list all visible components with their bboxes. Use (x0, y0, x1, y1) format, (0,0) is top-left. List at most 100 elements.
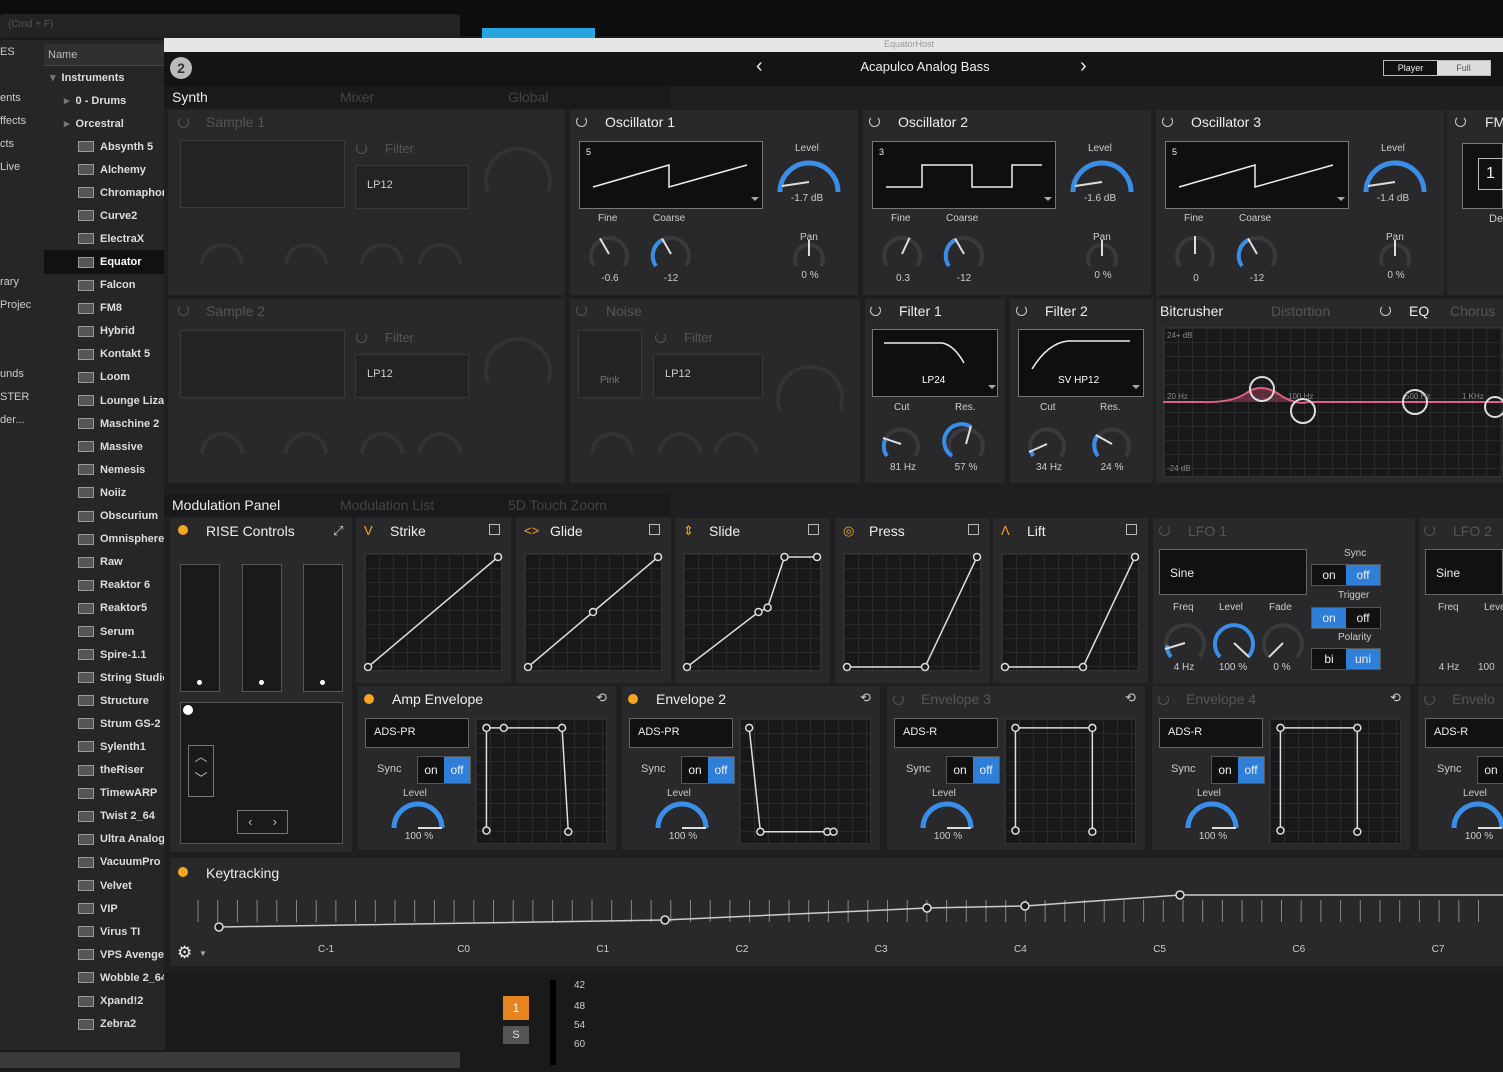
oscillator-level-knob[interactable] (1070, 160, 1134, 193)
sample2-knob-2[interactable] (284, 432, 328, 455)
tab-modulation-panel[interactable]: Modulation Panel (164, 497, 332, 513)
fx-tab-bitcrusher[interactable]: Bitcrusher (1160, 303, 1223, 319)
browser-item[interactable]: VPS Avenger (44, 943, 164, 966)
folder-drums[interactable]: ▸ 0 - Drums (44, 89, 164, 112)
lfo1-power-icon[interactable] (1159, 525, 1170, 536)
view-full[interactable]: Full (1437, 61, 1490, 75)
curve-point[interactable] (1000, 662, 1010, 672)
rise-slider-1[interactable] (180, 564, 220, 692)
envelope-point[interactable] (482, 826, 491, 835)
sample1-knob-4[interactable] (418, 243, 462, 266)
browser-item[interactable]: Raw (44, 551, 164, 574)
left-category-item[interactable]: der... (0, 414, 44, 426)
curve-point[interactable] (588, 607, 598, 617)
envelope-point[interactable] (1011, 723, 1020, 733)
filter2-cut-knob[interactable] (1028, 427, 1066, 458)
browser-item[interactable]: Wobble 2_64 (44, 966, 164, 989)
curve-point[interactable] (653, 552, 663, 562)
oscillator-power-icon[interactable] (576, 116, 587, 127)
envelope-point[interactable] (756, 827, 765, 836)
keytracking-point[interactable] (660, 915, 670, 925)
fm-power-icon[interactable] (1455, 116, 1466, 127)
sample2-big-knob[interactable] (484, 336, 552, 383)
browser-item[interactable]: Lounge Lizard (44, 389, 164, 412)
noise-knob-2[interactable] (658, 432, 702, 455)
browser-column-header[interactable]: Name (44, 44, 164, 66)
envelope-point[interactable] (1353, 827, 1362, 836)
browser-item[interactable]: Falcon (44, 274, 164, 297)
envelope-point[interactable] (557, 723, 567, 733)
noise-knob-3[interactable] (714, 432, 758, 455)
browser-item[interactable]: Twist 2_64 (44, 805, 164, 828)
rise-leftright-control[interactable]: ‹ › (237, 810, 288, 834)
curve-point[interactable] (682, 662, 692, 672)
browser-item[interactable]: Virus TI (44, 920, 164, 943)
browser-item[interactable]: TimewARP (44, 782, 164, 805)
rise-add-icon[interactable]: ⤢ (333, 523, 343, 539)
browser-item[interactable]: Serum (44, 620, 164, 643)
lfo1-freq-knob[interactable] (1164, 623, 1206, 659)
left-category-item[interactable]: ffects (0, 115, 44, 127)
keytracking-graph[interactable] (170, 880, 1503, 940)
filter2-power-icon[interactable] (1016, 305, 1027, 316)
eq-power-icon[interactable] (1380, 305, 1391, 316)
left-category-item[interactable]: ents (0, 92, 44, 104)
browser-item[interactable]: Spire-1.1 (44, 643, 164, 666)
left-category-item[interactable]: Projec (0, 299, 44, 311)
filter2-res-knob[interactable] (1093, 427, 1131, 458)
browser-item[interactable]: Maschine 2 (44, 412, 164, 435)
lfo1-wave-select[interactable]: Sine (1159, 549, 1307, 595)
tab-modulation-list[interactable]: Modulation List (332, 497, 500, 513)
browser-item[interactable]: Massive (44, 435, 164, 458)
browser-item[interactable]: Curve2 (44, 204, 164, 227)
view-player[interactable]: Player (1384, 61, 1437, 75)
browser-item[interactable]: Chromaphone (44, 181, 164, 204)
sample1-knob-2[interactable] (284, 243, 328, 266)
rise-slider-2[interactable] (242, 564, 282, 692)
filter1-cut-knob[interactable] (882, 427, 920, 458)
tab-synth[interactable]: Synth (164, 89, 332, 105)
curve-point[interactable] (363, 662, 373, 672)
envelope-point[interactable] (1276, 723, 1285, 733)
sample2-knob-3[interactable] (360, 432, 404, 455)
keytracking-point[interactable] (214, 922, 224, 932)
lfo2-wave-select[interactable]: Sine (1425, 549, 1503, 595)
curve-point[interactable] (812, 552, 822, 562)
fx-tab-eq[interactable]: EQ (1409, 303, 1429, 319)
envelope-point[interactable] (482, 723, 491, 733)
folder-instruments[interactable]: ▾ Instruments (44, 66, 164, 89)
envelope-point[interactable] (564, 827, 573, 836)
left-category-item[interactable]: cts (0, 138, 44, 150)
rise-active-dot[interactable] (178, 525, 188, 535)
keytracking-point[interactable] (922, 903, 932, 913)
browser-item[interactable]: Hybrid (44, 320, 164, 343)
browser-item[interactable]: FM8 (44, 297, 164, 320)
fx-tab-chorus[interactable]: Chorus (1450, 303, 1495, 319)
envelope-point[interactable] (1088, 723, 1097, 733)
envelope-point[interactable] (1011, 826, 1020, 835)
prev-preset-arrow-icon[interactable]: ‹ (756, 55, 763, 78)
lfo2-power-icon[interactable] (1424, 525, 1435, 536)
roli-logo[interactable]: 2 (170, 57, 192, 79)
browser-item[interactable]: Obscurium (44, 505, 164, 528)
oscillator-level-knob[interactable] (777, 160, 841, 193)
oscillator-power-icon[interactable] (869, 116, 880, 127)
preset-name[interactable]: Acapulco Analog Bass (800, 59, 1050, 74)
envelope-point[interactable] (1353, 723, 1362, 733)
plugin-title-bar[interactable]: EquatorHost (164, 38, 1503, 52)
daw-active-tab[interactable] (482, 28, 595, 38)
rise-updown-control[interactable]: ︿ ﹀ (188, 745, 214, 797)
left-category-item[interactable]: ES (0, 46, 44, 58)
curve-point[interactable] (1130, 552, 1140, 562)
curve-point[interactable] (493, 552, 503, 562)
browser-item[interactable]: VacuumPro (44, 851, 164, 874)
view-switch[interactable]: Player Full (1383, 60, 1491, 76)
browser-item[interactable]: Xpand!2 (44, 989, 164, 1012)
envelope-point[interactable] (744, 723, 754, 733)
browser-item[interactable]: Equator (44, 250, 164, 274)
browser-horizontal-scrollbar[interactable] (0, 1052, 460, 1068)
oscillator-level-knob[interactable] (1363, 160, 1427, 193)
browser-search-input[interactable]: (Cmd + F) (0, 14, 460, 38)
browser-item[interactable]: ElectraX (44, 227, 164, 250)
browser-item[interactable]: theRiser (44, 759, 164, 782)
